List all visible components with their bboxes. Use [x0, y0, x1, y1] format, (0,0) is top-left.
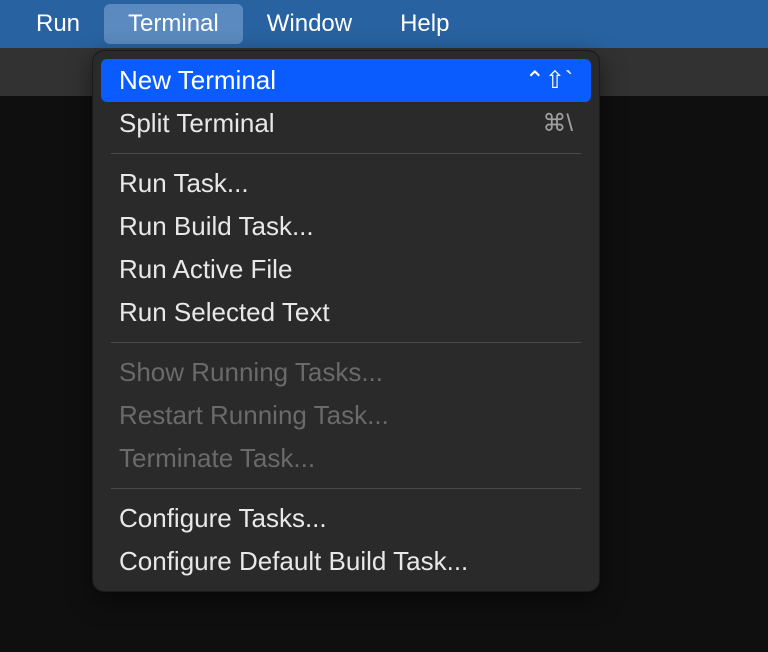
menu-shortcut: ⌘\: [542, 109, 573, 138]
menu-item-label: New Terminal: [119, 65, 276, 96]
menubar-item-window[interactable]: Window: [243, 4, 376, 44]
menubar-item-help[interactable]: Help: [376, 4, 473, 44]
menu-item-label: Terminate Task...: [119, 443, 315, 474]
menu-item-label: Run Build Task...: [119, 211, 314, 242]
menubar-item-terminal[interactable]: Terminal: [104, 4, 243, 44]
menu-item-terminate-task: Terminate Task...: [101, 437, 591, 480]
menu-item-run-task[interactable]: Run Task...: [101, 162, 591, 205]
menu-separator: [111, 342, 581, 343]
menu-item-split-terminal[interactable]: Split Terminal ⌘\: [101, 102, 591, 145]
menu-item-label: Run Task...: [119, 168, 249, 199]
menu-item-label: Configure Tasks...: [119, 503, 327, 534]
menu-separator: [111, 153, 581, 154]
menu-item-restart-running-task: Restart Running Task...: [101, 394, 591, 437]
menu-item-label: Run Active File: [119, 254, 292, 285]
menu-item-run-build-task[interactable]: Run Build Task...: [101, 205, 591, 248]
menubar-item-run[interactable]: Run: [12, 4, 104, 44]
menu-item-show-running-tasks: Show Running Tasks...: [101, 351, 591, 394]
menu-item-run-selected-text[interactable]: Run Selected Text: [101, 291, 591, 334]
menu-item-label: Show Running Tasks...: [119, 357, 383, 388]
menu-item-configure-tasks[interactable]: Configure Tasks...: [101, 497, 591, 540]
menu-item-configure-default-build-task[interactable]: Configure Default Build Task...: [101, 540, 591, 583]
menu-shortcut: ⌃⇧`: [525, 66, 573, 95]
menu-item-label: Split Terminal: [119, 108, 275, 139]
menu-separator: [111, 488, 581, 489]
menu-item-run-active-file[interactable]: Run Active File: [101, 248, 591, 291]
menu-item-label: Run Selected Text: [119, 297, 330, 328]
menu-item-new-terminal[interactable]: New Terminal ⌃⇧`: [101, 59, 591, 102]
menubar: Run Terminal Window Help: [0, 0, 768, 48]
terminal-dropdown-menu: New Terminal ⌃⇧` Split Terminal ⌘\ Run T…: [92, 50, 600, 592]
menu-item-label: Restart Running Task...: [119, 400, 389, 431]
menu-item-label: Configure Default Build Task...: [119, 546, 468, 577]
